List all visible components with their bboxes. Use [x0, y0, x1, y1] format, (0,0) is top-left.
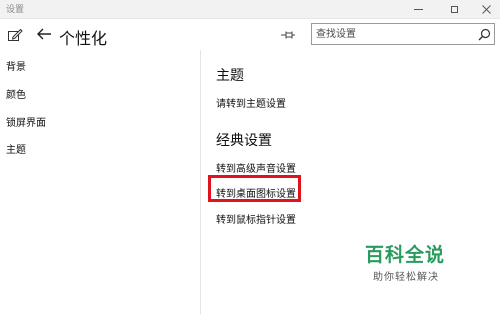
- sidebar-item-background[interactable]: 背景: [6, 58, 26, 73]
- close-icon: [481, 4, 491, 14]
- search-input[interactable]: [316, 26, 466, 42]
- sidebar-item-lock-screen[interactable]: 锁屏界面: [6, 114, 46, 129]
- pane-divider: [200, 50, 201, 314]
- theme-settings-link[interactable]: 请转到主题设置: [216, 95, 286, 110]
- title-bar: 设置: [0, 0, 500, 19]
- maximize-button[interactable]: [440, 0, 468, 18]
- search-icon[interactable]: [478, 28, 491, 41]
- back-arrow-icon[interactable]: [36, 26, 52, 42]
- pin-icon[interactable]: [280, 28, 296, 42]
- page-title: 个性化: [59, 29, 108, 48]
- close-button[interactable]: [472, 0, 500, 18]
- window-title: 设置: [6, 5, 25, 15]
- minimize-icon: [413, 8, 423, 10]
- minimize-button[interactable]: [404, 0, 432, 18]
- maximize-icon: [450, 5, 458, 13]
- section-heading-classic: 经典设置: [216, 133, 272, 149]
- watermark-slogan: 助你轻松解决: [373, 272, 439, 283]
- advanced-sound-settings-link[interactable]: 转到高级声音设置: [216, 160, 296, 175]
- watermark-logo: 百科全说: [365, 244, 446, 266]
- section-heading-theme: 主题: [216, 68, 244, 84]
- mouse-pointer-settings-link[interactable]: 转到鼠标指针设置: [216, 211, 296, 226]
- edit-icon[interactable]: [7, 27, 23, 43]
- sidebar-item-themes[interactable]: 主题: [6, 141, 26, 156]
- sidebar: 背景 颜色 锁屏界面 主题: [0, 53, 200, 314]
- highlight-annotation: [208, 175, 301, 202]
- search-box[interactable]: [311, 23, 495, 45]
- header-bar: 个性化: [0, 19, 500, 53]
- sidebar-item-colors[interactable]: 颜色: [6, 86, 26, 101]
